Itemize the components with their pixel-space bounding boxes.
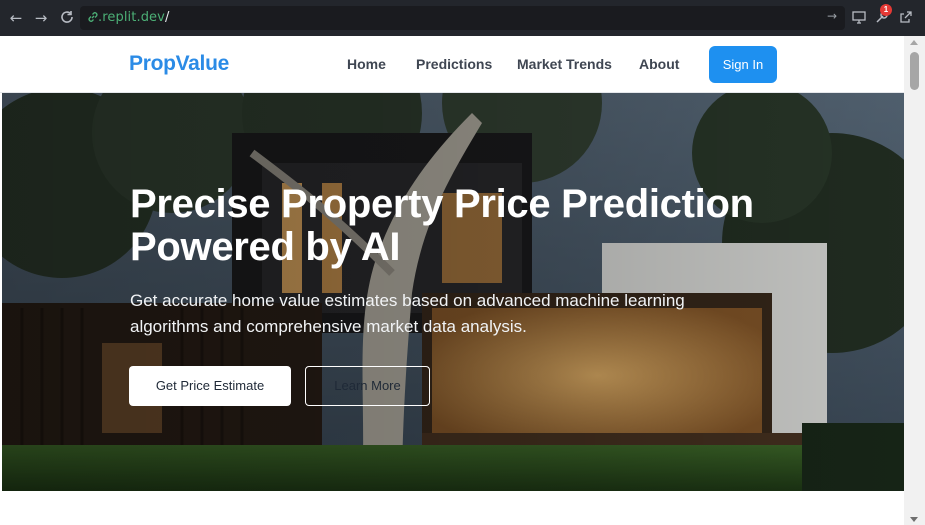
hero-section: Precise Property Price Prediction Powere… [2, 93, 904, 491]
nav-market-trends[interactable]: Market Trends [517, 56, 612, 72]
screen-icon[interactable] [851, 9, 867, 25]
page-viewport: PropValue Home Predictions Market Trends… [0, 36, 925, 525]
nav-about[interactable]: About [639, 56, 679, 72]
logo[interactable]: PropValue [129, 52, 229, 76]
hero-title: Precise Property Price Prediction Powere… [130, 182, 754, 269]
get-price-estimate-button[interactable]: Get Price Estimate [129, 366, 291, 406]
url-text: .replit.dev/ [98, 10, 170, 25]
back-icon[interactable]: ← [7, 9, 25, 27]
external-link-icon[interactable] [898, 9, 914, 25]
browser-toolbar: ← → .replit.dev/ → 1 [0, 0, 925, 36]
nav-predictions[interactable]: Predictions [416, 56, 492, 72]
scrollbar-thumb[interactable] [910, 52, 919, 90]
notification-badge: 1 [880, 4, 892, 16]
sign-in-button[interactable]: Sign In [709, 46, 777, 83]
learn-more-button[interactable]: Learn More [305, 366, 430, 406]
address-bar[interactable]: .replit.dev/ → [80, 6, 845, 30]
go-arrow-icon[interactable]: → [827, 9, 837, 23]
content-below-hero [0, 491, 904, 525]
forward-icon[interactable]: → [32, 9, 50, 27]
site-header: PropValue Home Predictions Market Trends… [0, 36, 904, 93]
scroll-down-arrow-icon[interactable] [910, 517, 918, 522]
hero-subtitle: Get accurate home value estimates based … [130, 291, 685, 336]
scrollbar[interactable] [904, 36, 925, 525]
reload-icon[interactable] [58, 9, 76, 27]
nav-home[interactable]: Home [347, 56, 386, 72]
scroll-up-arrow-icon[interactable] [910, 40, 918, 45]
